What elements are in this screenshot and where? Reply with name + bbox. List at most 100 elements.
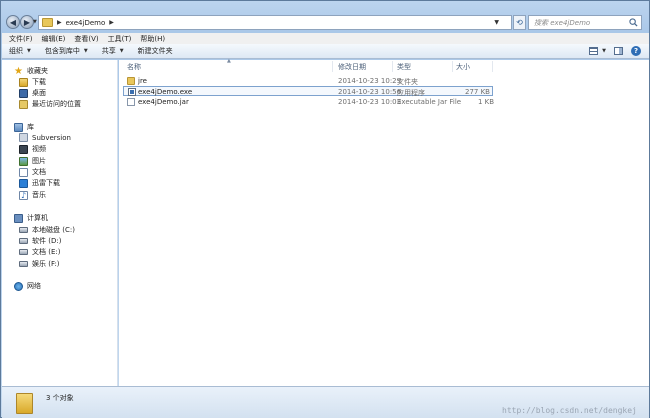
menu-file[interactable]: 文件(F) <box>9 34 33 44</box>
nav-computer-label: 计算机 <box>27 214 48 222</box>
nav-item-label: Subversion <box>32 133 71 142</box>
folder-icon <box>127 77 135 85</box>
subversion-library-icon <box>19 133 28 142</box>
nav-item-videos[interactable]: 视频 <box>19 144 46 154</box>
nav-item-label: 文档 <box>32 168 46 176</box>
file-list-pane: ▲ 名称 修改日期 类型 大小 jre 2014-10-23 10:29 文件夹… <box>119 58 649 386</box>
exe-icon <box>128 88 136 96</box>
column-header-type[interactable]: 类型 <box>397 62 411 72</box>
folder-icon <box>16 393 33 414</box>
share-label: 共享 <box>101 47 116 55</box>
nav-item-label: 迅雷下载 <box>32 179 60 187</box>
file-size: 277 KB <box>465 88 490 96</box>
drive-icon <box>19 261 28 267</box>
column-header-row: ▲ 名称 修改日期 类型 大小 <box>119 58 649 72</box>
file-name: exe4jDemo.exe <box>138 88 193 96</box>
file-type: Executable Jar File <box>397 98 462 106</box>
column-divider[interactable] <box>492 61 493 72</box>
file-row[interactable]: jre 2014-10-23 10:29 文件夹 <box>123 76 493 86</box>
details-view-icon <box>589 47 599 55</box>
new-folder-button[interactable]: 新建文件夹 <box>138 46 173 56</box>
drive-icon <box>19 249 28 255</box>
computer-icon <box>14 213 23 223</box>
drive-icon <box>19 238 28 244</box>
include-in-library-label: 包含到库中 <box>44 47 80 55</box>
address-history-dropdown[interactable]: ▼ <box>494 19 499 26</box>
help-icon[interactable]: ? <box>631 46 641 56</box>
file-row[interactable]: exe4jDemo.jar 2014-10-23 10:03 Executabl… <box>123 97 495 107</box>
nav-item-label: 图片 <box>32 157 46 165</box>
chevron-down-icon: ▼ <box>27 48 31 54</box>
explorer-window: ◀ ▶ ▼ ▶ exe4jDemo ▶ ▼ ⟲ 搜索 exe4jDemo 文件(… <box>0 0 650 418</box>
forward-button[interactable]: ▶ <box>20 15 34 29</box>
nav-item-documents[interactable]: 文档 <box>19 167 46 177</box>
address-bar[interactable]: ▶ exe4jDemo ▶ ▼ <box>38 15 512 30</box>
organize-button[interactable]: 组织 ▼ <box>9 46 31 56</box>
nav-item-xunlei-downloads[interactable]: 迅雷下载 <box>19 178 60 188</box>
network-icon <box>14 281 23 291</box>
column-header-modified[interactable]: 修改日期 <box>338 62 366 72</box>
nav-item-downloads[interactable]: 下载 <box>19 77 46 87</box>
nav-computer[interactable]: 计算机 <box>14 213 48 223</box>
nav-item-recent-places[interactable]: 最近访问的位置 <box>19 99 81 109</box>
include-in-library-button[interactable]: 包含到库中 ▼ <box>45 46 88 56</box>
column-header-name[interactable]: 名称 <box>127 62 141 72</box>
watermark: http://blog.csdn.net/dengkej <box>502 406 637 415</box>
chevron-right-icon[interactable]: ▶ <box>57 19 62 26</box>
star-icon: ★ <box>14 65 23 77</box>
nav-item-music[interactable]: ♪ 音乐 <box>19 190 46 200</box>
back-button[interactable]: ◀ <box>6 15 20 29</box>
chevron-right-icon[interactable]: ▶ <box>109 19 114 26</box>
menu-bar: 文件(F) 编辑(E) 查看(V) 工具(T) 帮助(H) <box>2 33 649 44</box>
drive-icon <box>19 227 28 233</box>
file-size: 1 KB <box>478 98 495 106</box>
nav-item-drive-e[interactable]: 文档 (E:) <box>19 247 60 257</box>
nav-item-label: 软件 (D:) <box>32 237 62 245</box>
back-arrow-icon: ◀ <box>9 17 17 27</box>
preview-pane-icon[interactable] <box>614 47 623 55</box>
menu-help[interactable]: 帮助(H) <box>140 34 165 44</box>
file-name: jre <box>138 77 147 85</box>
column-divider[interactable] <box>392 61 393 72</box>
nav-item-label: 桌面 <box>32 89 46 97</box>
nav-item-drive-f[interactable]: 娱乐 (F:) <box>19 259 60 269</box>
chevron-down-icon: ▼ <box>602 48 606 54</box>
refresh-button[interactable]: ⟲ <box>513 15 526 30</box>
share-button[interactable]: 共享 ▼ <box>102 46 124 56</box>
file-modified: 2014-10-23 10:56 <box>338 88 402 96</box>
file-row-selected[interactable]: exe4jDemo.exe 2014-10-23 10:56 应用程序 277 … <box>123 86 493 97</box>
column-header-size[interactable]: 大小 <box>456 62 470 72</box>
change-view-button[interactable]: ▼ <box>589 47 606 55</box>
column-divider[interactable] <box>332 61 333 72</box>
recent-pages-dropdown[interactable]: ▼ <box>33 19 37 25</box>
nav-item-label: 本地磁盘 (C:) <box>32 226 75 234</box>
nav-item-drive-d[interactable]: 软件 (D:) <box>19 236 61 246</box>
desktop-icon <box>19 88 28 98</box>
nav-item-label: 音乐 <box>32 191 46 199</box>
nav-item-subversion[interactable]: Subversion <box>19 133 71 142</box>
search-icon[interactable] <box>629 18 638 27</box>
documents-library-icon <box>19 167 28 177</box>
search-placeholder: 搜索 exe4jDemo <box>534 18 591 27</box>
navigation-pane: ★ 收藏夹 下载 桌面 最近访问的位置 库 Subversion 视频 图片 文… <box>2 60 118 386</box>
nav-network[interactable]: 网络 <box>14 281 41 291</box>
column-divider[interactable] <box>452 61 453 72</box>
nav-item-pictures[interactable]: 图片 <box>19 156 46 166</box>
nav-network-label: 网络 <box>27 282 41 290</box>
menu-tools[interactable]: 工具(T) <box>108 34 132 44</box>
nav-item-desktop[interactable]: 桌面 <box>19 88 46 98</box>
breadcrumb-segment[interactable]: exe4jDemo <box>66 19 106 27</box>
menu-edit[interactable]: 编辑(E) <box>42 34 66 44</box>
menu-view[interactable]: 查看(V) <box>74 34 98 44</box>
nav-item-label: 最近访问的位置 <box>32 100 81 108</box>
nav-favorites[interactable]: ★ 收藏夹 <box>14 66 48 76</box>
library-icon <box>14 122 23 132</box>
chevron-down-icon: ▼ <box>83 48 88 54</box>
new-folder-label: 新建文件夹 <box>137 47 173 55</box>
search-input[interactable]: 搜索 exe4jDemo <box>528 15 642 30</box>
file-modified: 2014-10-23 10:03 <box>338 98 402 106</box>
nav-libraries[interactable]: 库 <box>14 122 34 132</box>
jar-icon <box>127 98 135 106</box>
folder-icon <box>42 18 53 27</box>
nav-item-drive-c[interactable]: 本地磁盘 (C:) <box>19 225 75 235</box>
